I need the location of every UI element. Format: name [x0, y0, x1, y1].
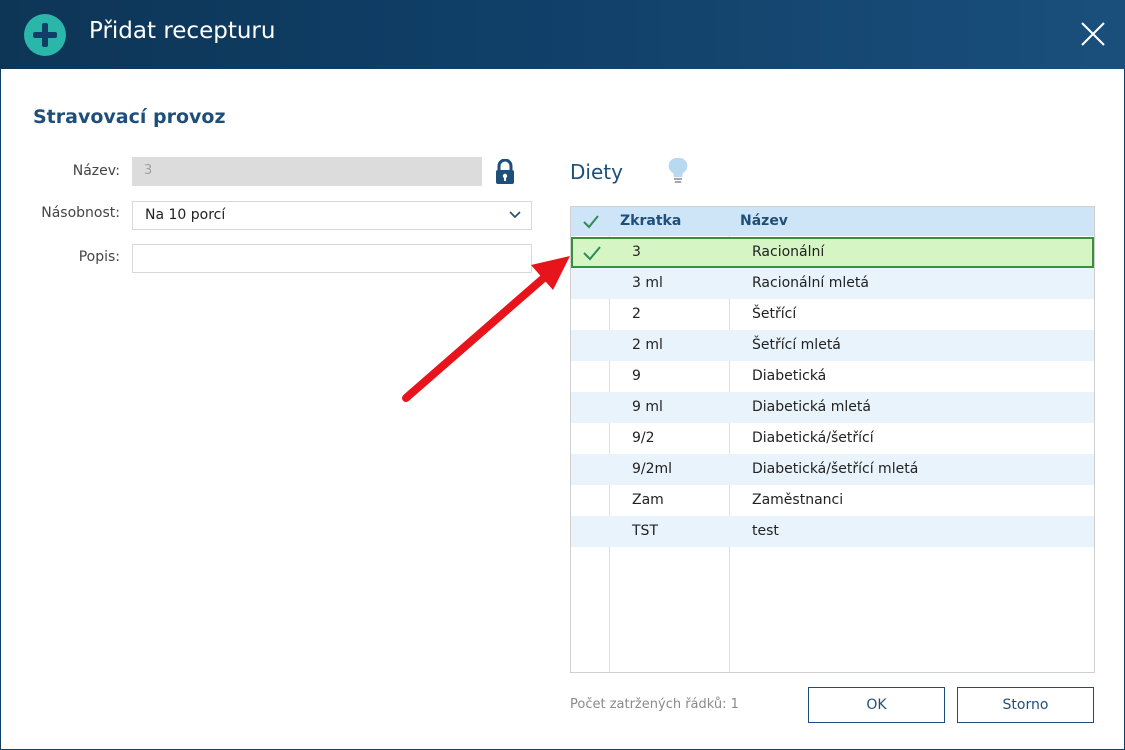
section-title: Stravovací provoz — [33, 106, 226, 128]
cell-abbr: 3 — [632, 244, 641, 260]
cell-abbr: Zam — [632, 492, 664, 508]
ok-button[interactable]: OK — [808, 687, 945, 723]
cell-name: test — [752, 523, 779, 539]
cell-abbr: 3 ml — [632, 275, 663, 291]
nasobnost-value: Na 10 porcí — [145, 207, 226, 223]
popis-input[interactable] — [132, 244, 532, 273]
popis-label: Popis: — [78, 249, 120, 265]
cell-name: Šetřící mletá — [752, 337, 841, 353]
dialog-title: Přidat recepturu — [89, 18, 276, 44]
column-header-abbr[interactable]: Zkratka — [620, 213, 681, 229]
nazev-label: Název: — [72, 163, 120, 179]
lightbulb-icon[interactable] — [668, 157, 688, 185]
table-row[interactable]: 9/2ml Diabetická/šetřící mletá — [571, 454, 1094, 485]
select-all-checkmark-icon[interactable] — [583, 215, 599, 229]
table-row[interactable]: 2 ml Šetřící mletá — [571, 330, 1094, 361]
cell-name: Šetřící — [752, 306, 797, 322]
cell-abbr: 9 ml — [632, 399, 663, 415]
checked-count: Počet zatržených řádků: 1 — [570, 697, 739, 712]
table-row[interactable]: 3 Racionální — [571, 237, 1094, 268]
cell-name: Racionální — [752, 244, 825, 260]
nasobnost-select[interactable]: Na 10 porcí — [132, 201, 532, 230]
grid-header: Zkratka Název — [571, 207, 1094, 236]
cell-name: Diabetická/šetřící mletá — [752, 461, 919, 477]
table-row[interactable]: 2 Šetřící — [571, 299, 1094, 330]
cell-abbr: 9/2 — [632, 430, 655, 446]
cell-name: Zaměstnanci — [752, 492, 844, 508]
cell-name: Racionální mletá — [752, 275, 869, 291]
table-row[interactable]: TST test — [571, 516, 1094, 547]
chevron-down-icon — [509, 211, 521, 219]
cell-name: Diabetická — [752, 368, 827, 384]
table-row[interactable]: 3 ml Racionální mletá — [571, 268, 1094, 299]
cell-name: Diabetická mletá — [752, 399, 871, 415]
plus-circle-icon — [24, 14, 66, 56]
lock-icon — [496, 159, 514, 184]
cell-name: Diabetická/šetřící — [752, 430, 874, 446]
dialog-titlebar: Přidat recepturu — [0, 0, 1125, 69]
table-row[interactable]: Zam Zaměstnanci — [571, 485, 1094, 516]
diety-grid: Zkratka Název 3 Racionální 3 ml Racionální … — [570, 206, 1095, 673]
nazev-input[interactable]: 3 — [132, 157, 482, 186]
nasobnost-label: Násobnost: — [41, 205, 120, 221]
table-row[interactable]: 9 ml Diabetická mletá — [571, 392, 1094, 423]
cell-abbr: TST — [632, 523, 658, 539]
checkmark-icon[interactable] — [583, 245, 601, 261]
storno-button[interactable]: Storno — [957, 687, 1094, 723]
column-header-name[interactable]: Název — [740, 213, 788, 229]
cell-abbr: 9 — [632, 368, 641, 384]
close-icon[interactable] — [1080, 21, 1106, 47]
cell-abbr: 2 ml — [632, 337, 663, 353]
table-row[interactable]: 9/2 Diabetická/šetřící — [571, 423, 1094, 454]
diety-title: Diety — [570, 160, 623, 184]
cell-abbr: 9/2ml — [632, 461, 673, 477]
cell-abbr: 2 — [632, 306, 641, 322]
table-row[interactable]: 9 Diabetická — [571, 361, 1094, 392]
